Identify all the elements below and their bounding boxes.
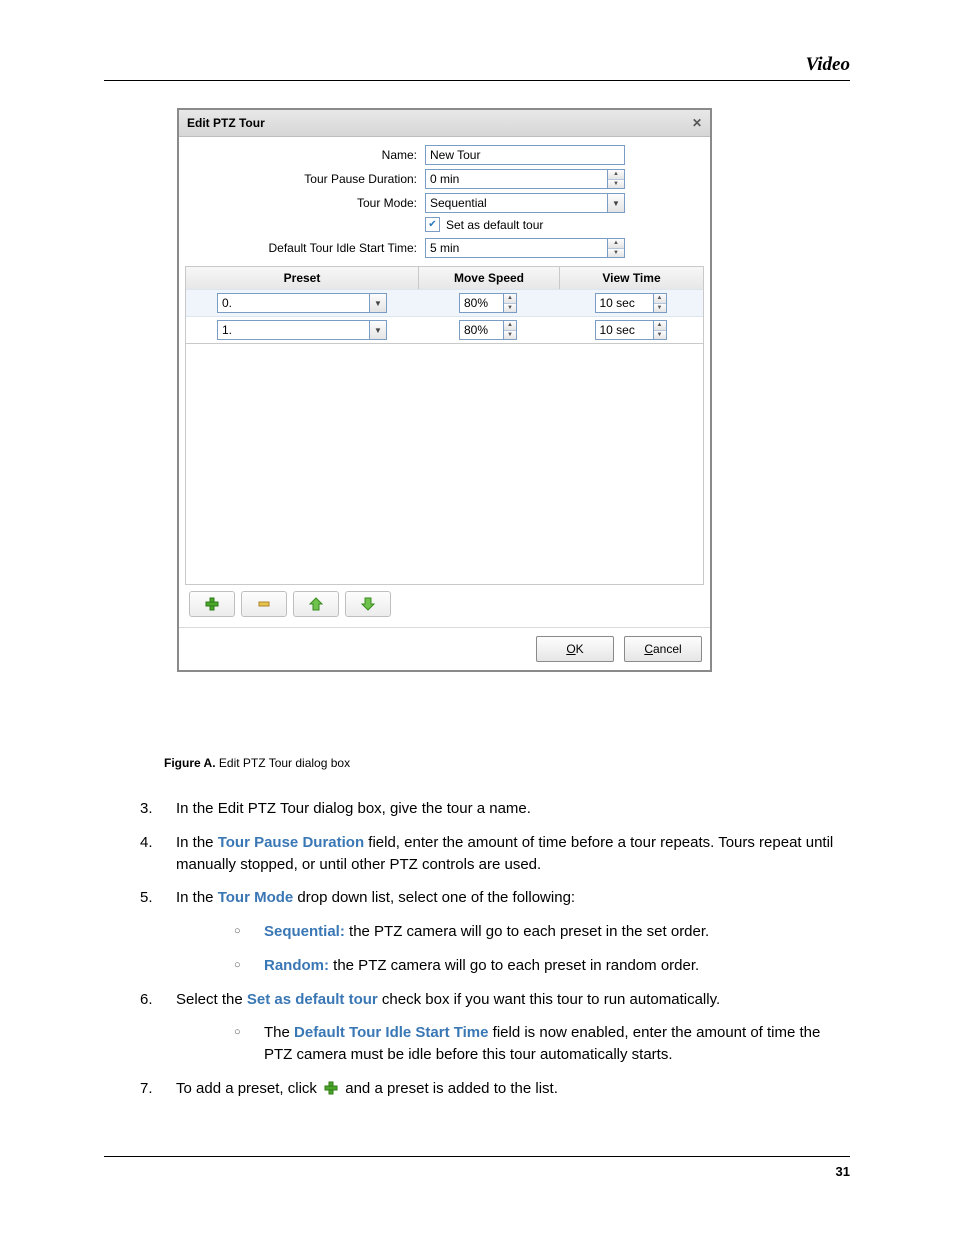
step-text: In the Edit PTZ Tour dialog box, give th… <box>176 798 850 820</box>
page-number: 31 <box>836 1164 850 1179</box>
close-icon[interactable]: ✕ <box>692 116 702 130</box>
table-row: ▼ ▲▼ ▲▼ <box>186 289 703 316</box>
default-tour-label: Set as default tour <box>446 218 543 232</box>
ok-button[interactable]: OK <box>536 636 614 662</box>
remove-preset-button[interactable] <box>241 591 287 617</box>
col-speed: Move Speed <box>419 267 560 289</box>
minus-icon <box>257 597 271 611</box>
move-down-button[interactable] <box>345 591 391 617</box>
step-text: To add a preset, click and a preset is a… <box>176 1078 850 1100</box>
preset-select[interactable] <box>217 320 369 340</box>
idle-label: Default Tour Idle Start Time: <box>185 241 425 255</box>
default-tour-checkbox[interactable]: ✔ <box>425 217 440 232</box>
bullet-icon: ○ <box>234 921 264 943</box>
arrow-down-icon <box>361 597 375 611</box>
viewtime-spinner[interactable]: ▲▼ <box>653 293 667 313</box>
name-label: Name: <box>185 148 425 162</box>
step-number: 4. <box>140 832 176 876</box>
pause-input[interactable] <box>425 169 607 189</box>
speed-spinner[interactable]: ▲▼ <box>503 320 517 340</box>
viewtime-input[interactable] <box>595 320 653 340</box>
step-text: Select the Set as default tour check box… <box>176 989 850 1066</box>
footer-rule <box>104 1156 850 1157</box>
table-blank-area <box>186 343 703 584</box>
table-row: ▼ ▲▼ ▲▼ <box>186 316 703 343</box>
chevron-down-icon[interactable]: ▼ <box>369 320 387 340</box>
header-rule <box>104 80 850 81</box>
move-up-button[interactable] <box>293 591 339 617</box>
bullet-icon: ○ <box>234 1022 264 1066</box>
viewtime-spinner[interactable]: ▲▼ <box>653 320 667 340</box>
figure-caption: Figure A. Edit PTZ Tour dialog box <box>164 756 350 770</box>
name-input[interactable] <box>425 145 625 165</box>
add-preset-button[interactable] <box>189 591 235 617</box>
cancel-button[interactable]: Cancel <box>624 636 702 662</box>
chevron-down-icon[interactable]: ▼ <box>607 193 625 213</box>
col-preset: Preset <box>186 267 419 289</box>
preset-select[interactable] <box>217 293 369 313</box>
pause-label: Tour Pause Duration: <box>185 172 425 186</box>
idle-input[interactable] <box>425 238 607 258</box>
preset-table: Preset Move Speed View Time ▼ <box>185 266 704 585</box>
arrow-up-icon <box>309 597 323 611</box>
dialog-title: Edit PTZ Tour <box>187 116 265 130</box>
step-number: 3. <box>140 798 176 820</box>
speed-spinner[interactable]: ▲▼ <box>503 293 517 313</box>
mode-label: Tour Mode: <box>185 196 425 210</box>
header-section: Video <box>806 54 850 76</box>
step-number: 6. <box>140 989 176 1066</box>
step-text: In the Tour Pause Duration field, enter … <box>176 832 850 876</box>
viewtime-input[interactable] <box>595 293 653 313</box>
step-number: 5. <box>140 887 176 976</box>
speed-input[interactable] <box>459 320 503 340</box>
idle-spinner[interactable]: ▲▼ <box>607 238 625 258</box>
plus-icon <box>323 1081 339 1095</box>
plus-icon <box>205 597 219 611</box>
speed-input[interactable] <box>459 293 503 313</box>
step-text: In the Tour Mode drop down list, select … <box>176 887 850 976</box>
dialog-figure: Edit PTZ Tour ✕ Name: Tour Pause Duratio… <box>177 108 712 672</box>
bullet-icon: ○ <box>234 955 264 977</box>
col-view: View Time <box>560 267 703 289</box>
pause-spinner[interactable]: ▲▼ <box>607 169 625 189</box>
mode-select[interactable] <box>425 193 607 213</box>
step-number: 7. <box>140 1078 176 1100</box>
chevron-down-icon[interactable]: ▼ <box>369 293 387 313</box>
